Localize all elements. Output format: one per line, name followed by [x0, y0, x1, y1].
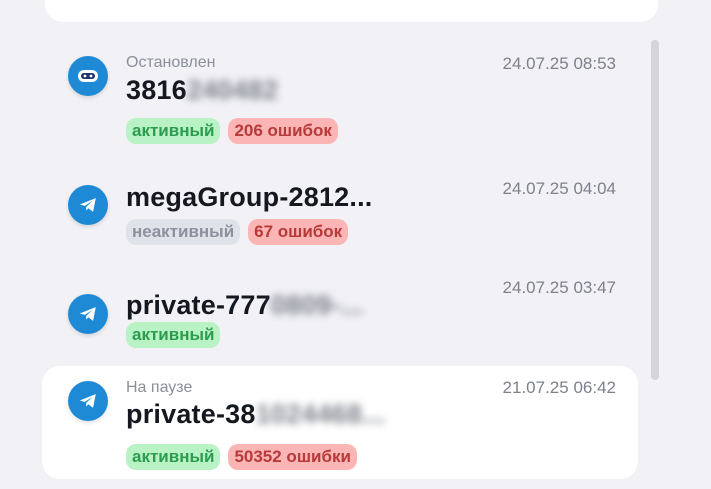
scrollbar[interactable] [651, 40, 659, 380]
chat-list: Остановлен 3816240482 24.07.25 08:53 акт… [42, 40, 638, 479]
status-badge: неактивный [126, 219, 241, 245]
telegram-icon [68, 294, 108, 334]
chat-date: 24.07.25 04:04 [502, 179, 616, 198]
badge-row: активный 50352 ошибки [126, 444, 357, 470]
chat-date: 24.07.25 08:53 [502, 54, 616, 73]
error-count-badge: 206 ошибок [228, 118, 338, 144]
chat-title: private-381024468... [126, 399, 386, 429]
error-count-badge: 50352 ошибки [228, 444, 357, 470]
telegram-icon [68, 185, 108, 225]
status-badge: активный [126, 118, 221, 144]
chat-date: 24.07.25 03:47 [502, 278, 616, 297]
chat-item[interactable]: Остановлен 3816240482 24.07.25 08:53 акт… [42, 40, 638, 144]
status-badge: активный [126, 322, 221, 348]
badge-row: активный 206 ошибок [126, 118, 338, 144]
redacted-text: 0809-... [270, 290, 364, 320]
chat-title: 3816240482 [126, 75, 279, 105]
chat-status: Остановлен [126, 54, 216, 71]
badge-row: активный [126, 322, 221, 348]
telegram-icon [68, 381, 108, 421]
robot-icon [68, 56, 108, 96]
top-card [45, 0, 658, 22]
redacted-text: 240482 [186, 75, 279, 105]
chat-item[interactable]: private-7770809-... 24.07.25 03:47 актив… [42, 254, 638, 366]
chat-item-selected[interactable]: На паузе private-381024468... 21.07.25 0… [42, 366, 638, 479]
redacted-text: 1024468... [255, 399, 386, 429]
chat-title: private-7770809-... [126, 290, 364, 320]
chat-title: megaGroup-2812... [126, 182, 373, 212]
status-badge: активный [126, 444, 221, 470]
badge-row: неактивный 67 ошибок [126, 219, 349, 245]
chat-status: На паузе [126, 379, 193, 396]
error-count-badge: 67 ошибок [248, 219, 349, 245]
chat-item[interactable]: megaGroup-2812... 24.07.25 04:04 неактив… [42, 144, 638, 254]
chat-date: 21.07.25 06:42 [502, 378, 616, 397]
